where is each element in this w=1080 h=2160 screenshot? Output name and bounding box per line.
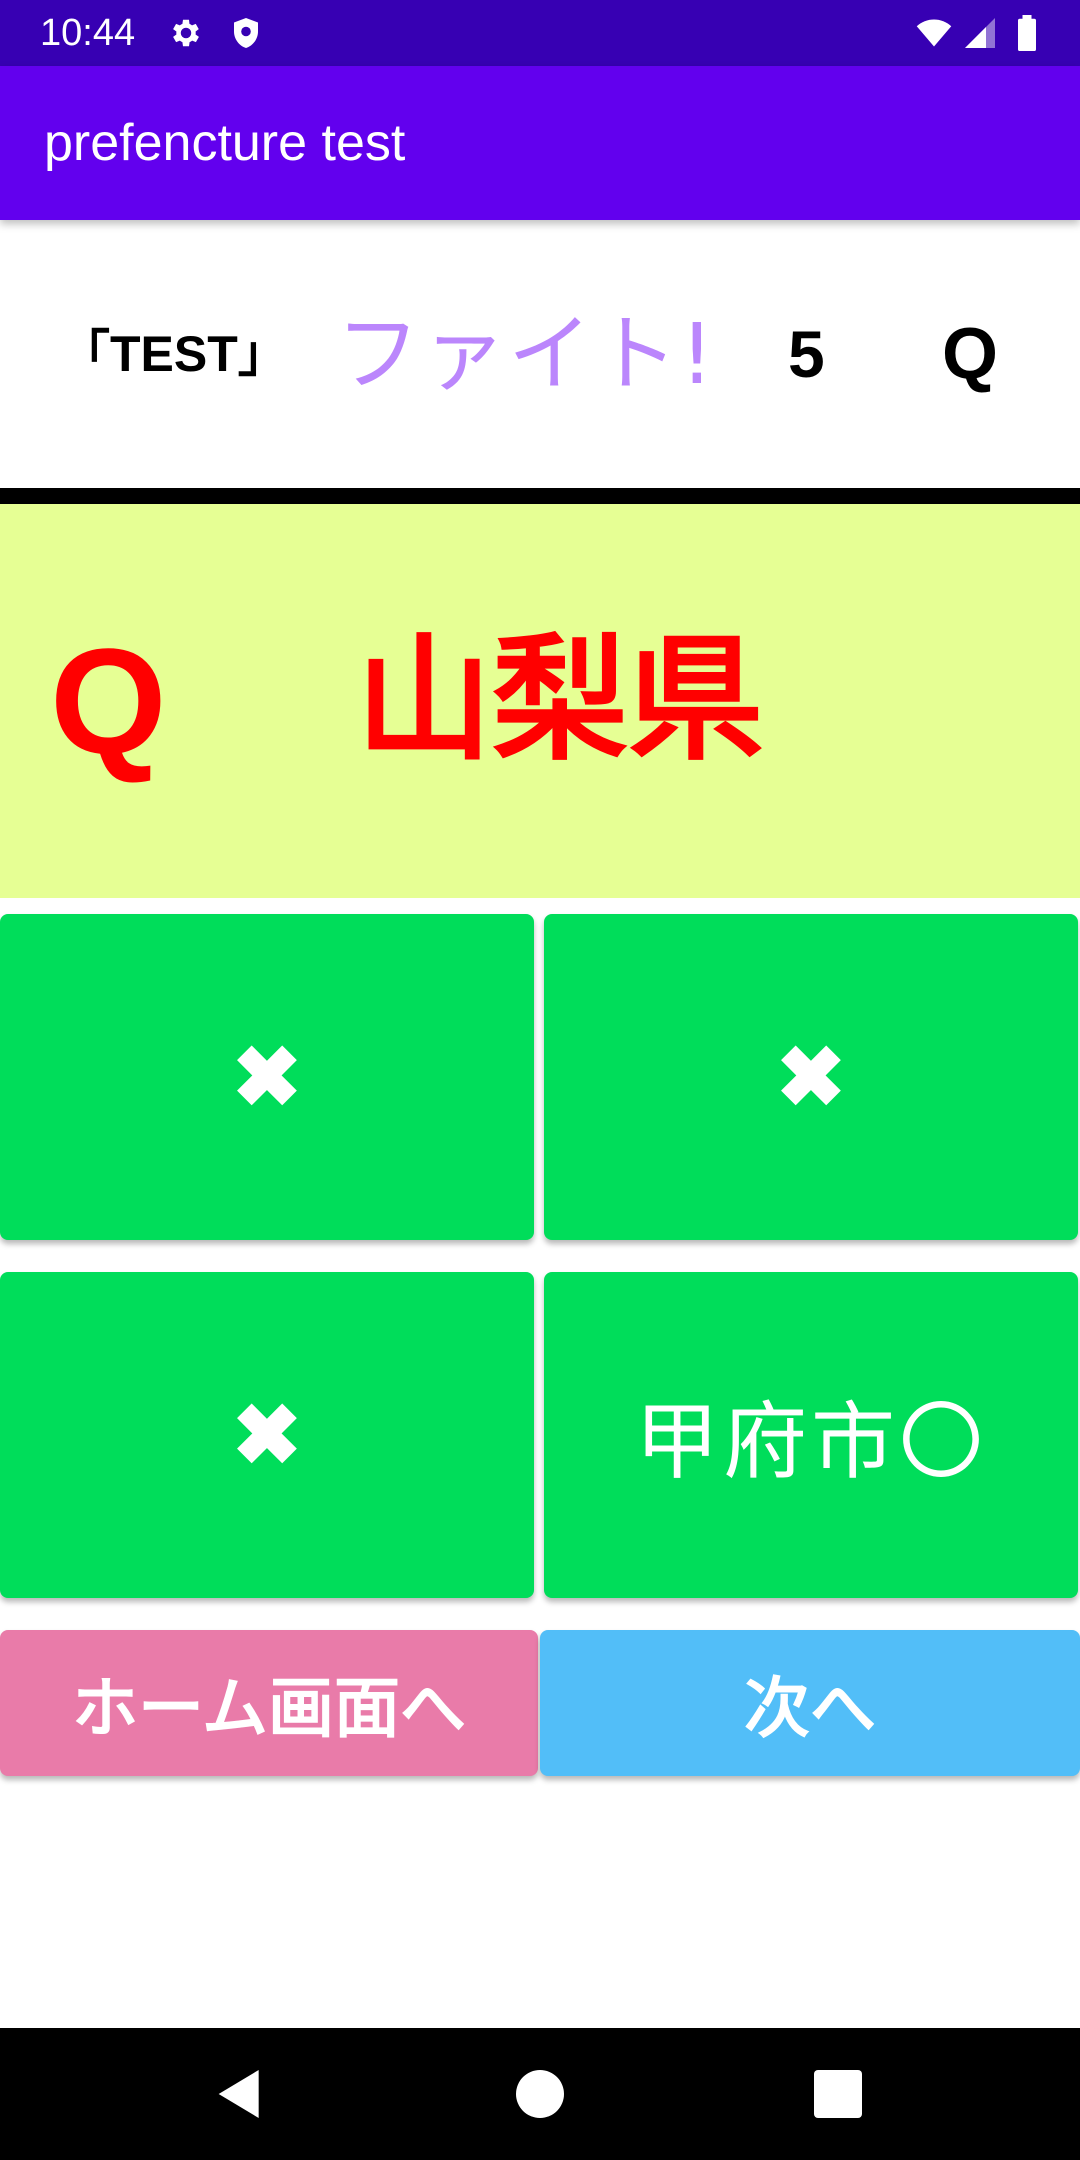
app-title: prefencture test <box>44 114 406 172</box>
shield-icon <box>234 18 258 48</box>
signal-icon <box>965 18 995 48</box>
recents-icon[interactable] <box>806 2062 870 2126</box>
status-time: 10:44 <box>40 12 136 54</box>
cheer-label: ファイト! <box>336 305 716 403</box>
answer-button-2[interactable]: ✖ <box>544 914 1078 1240</box>
question-count: 5 <box>788 317 825 391</box>
back-icon[interactable] <box>208 2062 272 2126</box>
app-bar: prefencture test <box>0 66 1080 220</box>
answer-button-1[interactable]: ✖ <box>0 914 534 1240</box>
question-panel: Q 山梨県 <box>0 504 1080 898</box>
question-prefecture: 山梨県 <box>356 622 764 780</box>
next-button[interactable]: 次へ <box>540 1630 1080 1776</box>
answer-button-3[interactable]: ✖ <box>0 1272 534 1598</box>
battery-icon <box>1018 15 1036 51</box>
quiz-header: 「TEST」 ファイト! 5 Q <box>0 220 1080 488</box>
wifi-icon <box>916 19 952 47</box>
screen: 10:44 prefencture test 「TEST」 ファイト! 5 Q <box>0 0 1080 2160</box>
home-icon[interactable] <box>508 2062 572 2126</box>
home-screen-button[interactable]: ホーム画面へ <box>0 1630 538 1776</box>
header-divider <box>0 488 1080 504</box>
question-marker: Q <box>50 617 167 785</box>
gear-icon <box>173 19 199 47</box>
answer-button-4[interactable]: 甲府市〇 <box>544 1272 1078 1598</box>
status-bar: 10:44 <box>0 0 1080 66</box>
system-nav-bar <box>0 2028 1080 2160</box>
question-count-unit: Q <box>942 314 999 394</box>
test-label: 「TEST」 <box>60 326 288 382</box>
